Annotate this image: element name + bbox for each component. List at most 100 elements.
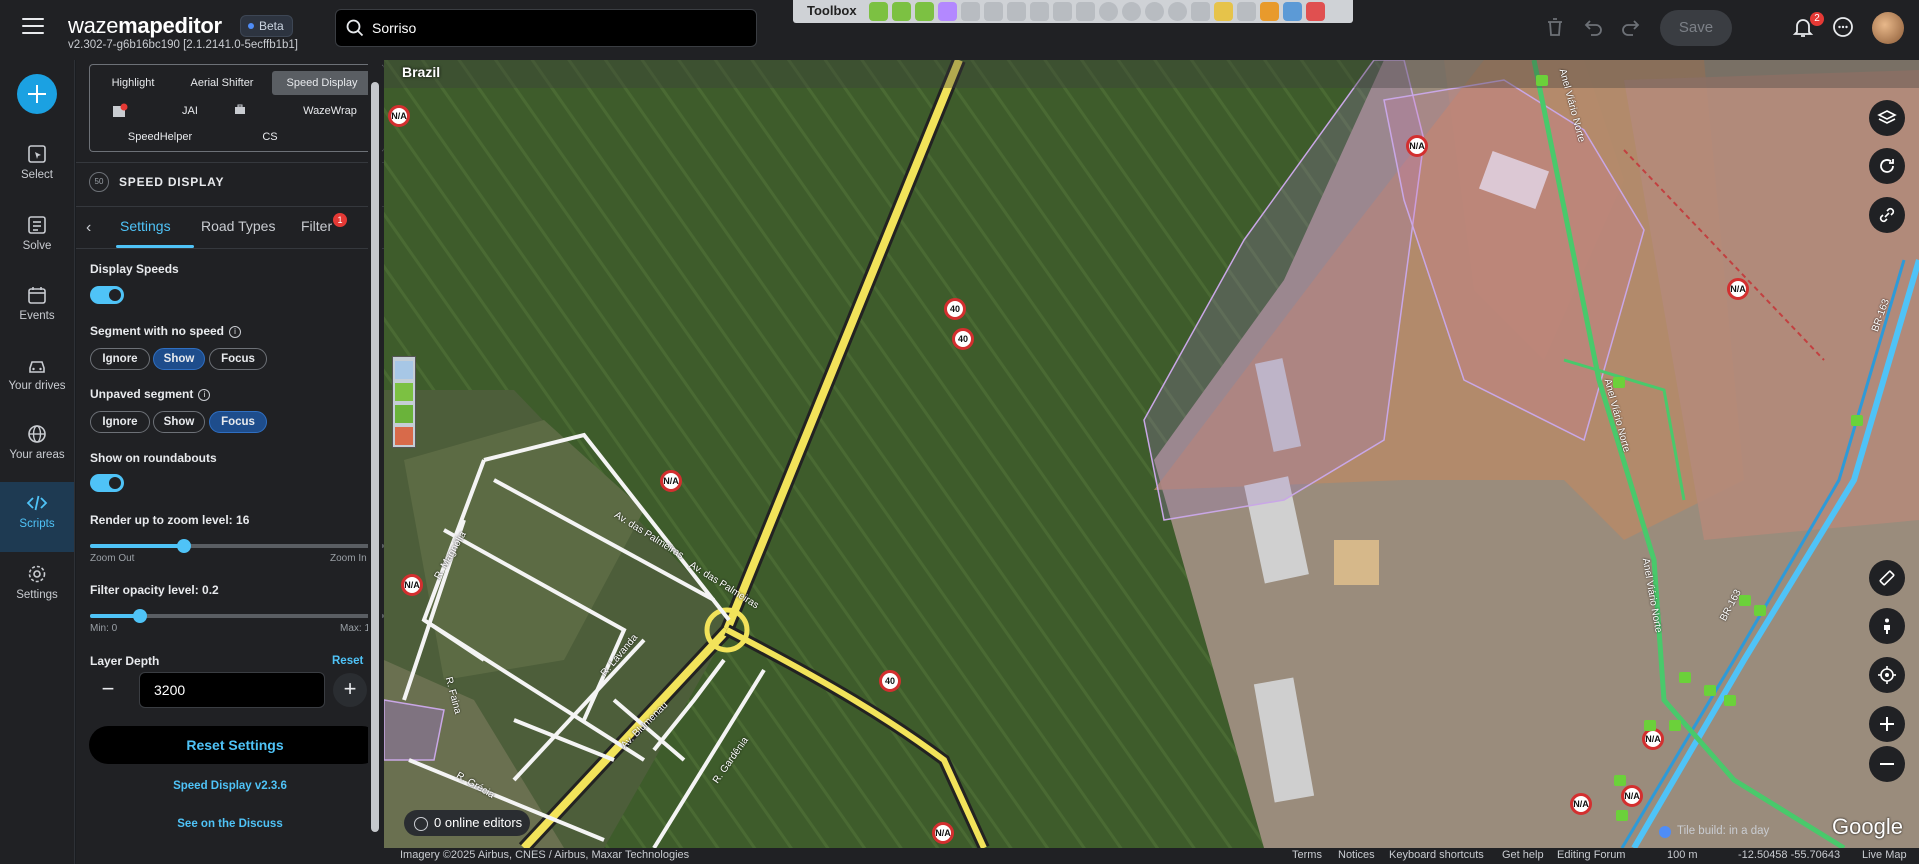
footer-link-help[interactable]: Get help bbox=[1502, 849, 1544, 861]
tab-highlight[interactable]: Highlight bbox=[94, 71, 172, 95]
layers-button[interactable] bbox=[1869, 100, 1905, 136]
tab-jai[interactable]: JAI bbox=[170, 99, 210, 123]
no-speed-ignore-button[interactable]: Ignore bbox=[90, 348, 150, 370]
chat-icon[interactable] bbox=[1830, 14, 1856, 40]
speed-sign[interactable]: 40 bbox=[944, 298, 966, 320]
measure-button[interactable] bbox=[1869, 560, 1905, 596]
tab-filter[interactable]: Filter bbox=[301, 218, 332, 234]
increment-button[interactable]: + bbox=[333, 673, 367, 707]
layer-depth-reset-link[interactable]: Reset bbox=[332, 655, 363, 667]
toolbox-tool-green-circle-icon[interactable] bbox=[869, 2, 888, 21]
layer-depth-input[interactable]: 3200 bbox=[139, 672, 325, 708]
avatar[interactable] bbox=[1872, 12, 1904, 44]
tab-wazewrap[interactable]: WazeWrap bbox=[290, 99, 370, 123]
info-icon[interactable]: i bbox=[198, 389, 211, 401]
zoom-in-button[interactable] bbox=[1869, 706, 1905, 742]
roundabouts-toggle[interactable] bbox=[90, 474, 124, 492]
speed-sign[interactable]: N/A bbox=[932, 822, 954, 844]
scrollbar-thumb[interactable] bbox=[371, 82, 379, 832]
nav-scripts[interactable]: Scripts bbox=[0, 482, 74, 552]
speed-sign[interactable]: N/A bbox=[660, 470, 682, 492]
tab-alert-icon[interactable] bbox=[110, 99, 130, 123]
map-mini-toolbox[interactable] bbox=[392, 356, 416, 448]
tab-speed-display[interactable]: Speed Display bbox=[272, 71, 372, 95]
map-tool-sky-icon[interactable] bbox=[395, 361, 413, 379]
toolbox-tool-camera-icon[interactable] bbox=[1283, 2, 1302, 21]
no-speed-focus-button[interactable]: Focus bbox=[209, 348, 267, 370]
refresh-button[interactable] bbox=[1869, 148, 1905, 184]
speed-sign[interactable]: N/A bbox=[1621, 785, 1643, 807]
nav-settings[interactable]: Settings bbox=[0, 561, 74, 625]
nav-your-areas[interactable]: Your areas bbox=[0, 421, 74, 485]
speed-sign[interactable]: N/A bbox=[1570, 793, 1592, 815]
panel-scrollbar[interactable] bbox=[368, 62, 382, 847]
info-icon[interactable]: i bbox=[229, 326, 242, 338]
speed-sign[interactable]: 40 bbox=[879, 670, 901, 692]
toolbox-tool-segment-icon[interactable] bbox=[984, 2, 1003, 21]
map-tool-red-arrow-icon[interactable] bbox=[395, 427, 413, 445]
redo-icon[interactable] bbox=[1618, 14, 1644, 40]
toolbox-tool-lock-icon[interactable] bbox=[892, 2, 911, 21]
toolbox-tool-roundabout2-icon[interactable] bbox=[1122, 2, 1141, 21]
undo-icon[interactable] bbox=[1580, 14, 1606, 40]
toolbox-tool-roundabout4-icon[interactable] bbox=[1168, 2, 1187, 21]
toolbox-tool-red-icon[interactable] bbox=[1306, 2, 1325, 21]
decrement-button[interactable]: − bbox=[91, 673, 125, 707]
toolbox-tool-arrows-icon[interactable] bbox=[1030, 2, 1049, 21]
speed-sign[interactable]: N/A bbox=[1406, 135, 1428, 157]
map-canvas[interactable]: Brazil Av. das Palmeiras Av. das Palmeir… bbox=[384, 60, 1919, 848]
tab-aerial-shifter[interactable]: Aerial Shifter bbox=[176, 71, 268, 95]
permalink-button[interactable] bbox=[1869, 197, 1905, 233]
tab-speedhelper[interactable]: SpeedHelper bbox=[120, 125, 200, 149]
beta-badge[interactable]: Beta bbox=[240, 15, 293, 37]
live-map-link[interactable]: Live Map bbox=[1862, 849, 1907, 861]
locate-button[interactable] bbox=[1869, 657, 1905, 693]
slider-thumb[interactable] bbox=[132, 609, 147, 623]
nav-select[interactable]: Select bbox=[0, 141, 74, 205]
version-link[interactable]: Speed Display v2.3.6 bbox=[76, 780, 384, 792]
speed-sign[interactable]: N/A bbox=[1642, 728, 1664, 750]
street-view-button[interactable] bbox=[1869, 608, 1905, 644]
zoom-out-button[interactable] bbox=[1869, 746, 1905, 782]
footer-link-terms[interactable]: Terms bbox=[1292, 849, 1322, 861]
toolbox-tool-scissors-icon[interactable] bbox=[1053, 2, 1072, 21]
nav-solve[interactable]: Solve bbox=[0, 212, 74, 276]
toolbox-tool-chat-icon[interactable] bbox=[1191, 2, 1210, 21]
toolbox-tool-broom-icon[interactable] bbox=[1214, 2, 1233, 21]
online-editors-pill[interactable]: 0 online editors bbox=[404, 810, 530, 836]
tab-settings[interactable]: Settings bbox=[120, 218, 171, 234]
toolbox-tool-copy-icon[interactable] bbox=[1007, 2, 1026, 21]
footer-link-notices[interactable]: Notices bbox=[1338, 849, 1375, 861]
tab-briefcase-icon[interactable] bbox=[230, 99, 250, 123]
map-tool-layers-icon[interactable] bbox=[395, 405, 413, 423]
search-input[interactable]: Sorriso bbox=[335, 9, 757, 47]
unpaved-focus-button[interactable]: Focus bbox=[209, 411, 267, 433]
speed-sign[interactable]: 40 bbox=[952, 328, 974, 350]
toolbox-tool-ruler-icon[interactable] bbox=[961, 2, 980, 21]
slider-thumb[interactable] bbox=[177, 539, 192, 553]
tab-road-types[interactable]: Road Types bbox=[201, 218, 275, 234]
toolbox-tool-roundabout-icon[interactable] bbox=[1099, 2, 1118, 21]
display-speeds-toggle[interactable] bbox=[90, 286, 124, 304]
opacity-slider[interactable] bbox=[90, 609, 384, 623]
toolbox-tool-crosshair-icon[interactable] bbox=[1076, 2, 1095, 21]
no-speed-show-button[interactable]: Show bbox=[153, 348, 205, 370]
chevron-left-icon[interactable]: ‹ bbox=[86, 219, 91, 237]
footer-link-forum[interactable]: Editing Forum bbox=[1557, 849, 1625, 861]
speed-sign[interactable]: N/A bbox=[1727, 278, 1749, 300]
speed-sign[interactable]: N/A bbox=[401, 574, 423, 596]
toolbox-tool-roundabout3-icon[interactable] bbox=[1145, 2, 1164, 21]
discuss-link[interactable]: See on the Discuss bbox=[76, 818, 384, 830]
tab-cs[interactable]: CS bbox=[250, 125, 290, 149]
nav-events[interactable]: Events bbox=[0, 282, 74, 346]
toolbox-tool-cross-icon[interactable] bbox=[1237, 2, 1256, 21]
toolbox-tool-check-icon[interactable] bbox=[915, 2, 934, 21]
toolbox-tool-purple-check-icon[interactable] bbox=[938, 2, 957, 21]
nav-your-drives[interactable]: Your drives bbox=[0, 352, 74, 416]
unpaved-show-button[interactable]: Show bbox=[153, 411, 205, 433]
footer-link-shortcuts[interactable]: Keyboard shortcuts bbox=[1389, 849, 1484, 861]
reset-settings-button[interactable]: Reset Settings bbox=[89, 726, 381, 764]
map-tool-arrow-up-icon[interactable] bbox=[395, 383, 413, 401]
speed-sign[interactable]: N/A bbox=[388, 105, 410, 127]
toolbox-tool-diamond-icon[interactable] bbox=[1260, 2, 1279, 21]
